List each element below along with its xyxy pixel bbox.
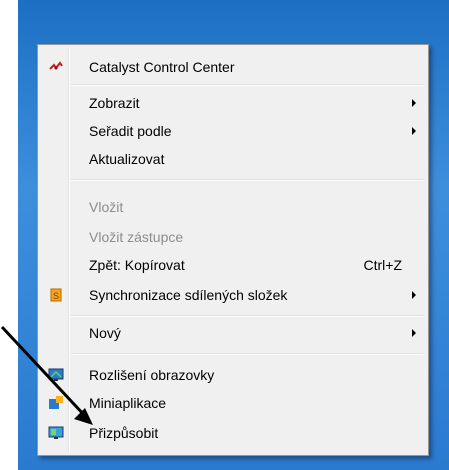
annotation-arrow-icon — [0, 325, 93, 425]
